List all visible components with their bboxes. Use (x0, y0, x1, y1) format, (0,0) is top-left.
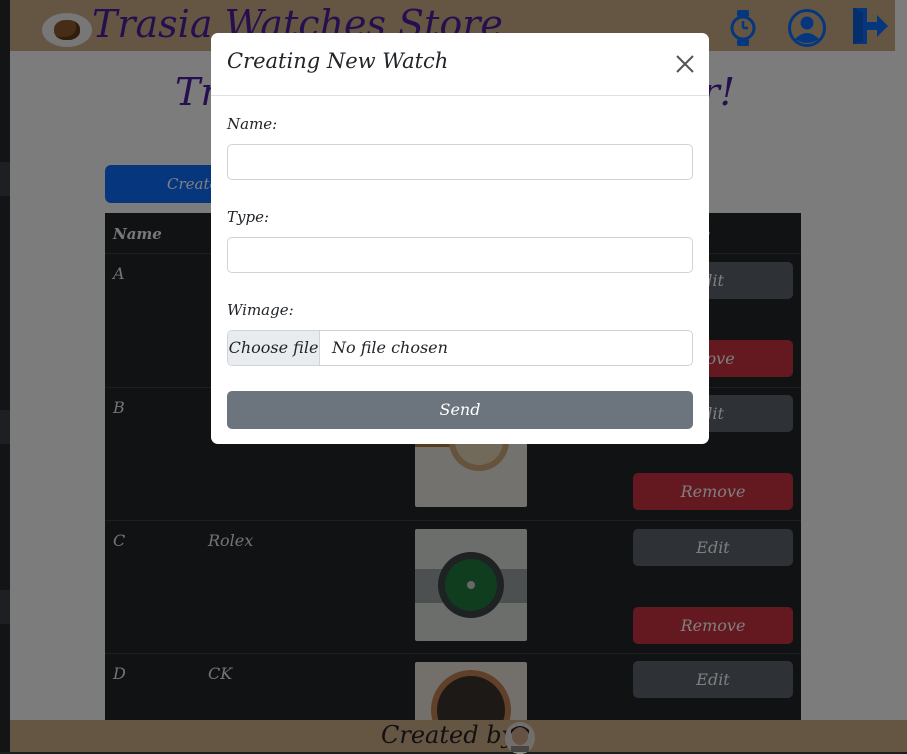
name-label: Name: (227, 115, 278, 133)
close-icon[interactable] (674, 53, 696, 75)
create-watch-modal: Creating New Watch Name: Type: Wimage: C… (211, 33, 709, 444)
image-label: Wimage: (227, 301, 294, 319)
modal-title: Creating New Watch (227, 49, 449, 73)
type-label: Type: (227, 208, 270, 226)
modal-header: Creating New Watch (211, 33, 709, 96)
image-file-input[interactable]: Choose file No file chosen (227, 330, 693, 366)
type-field[interactable] (227, 237, 693, 273)
choose-file-button[interactable]: Choose file (228, 331, 320, 365)
send-button[interactable]: Send (227, 391, 693, 429)
name-field[interactable] (227, 144, 693, 180)
file-status: No file chosen (332, 338, 448, 357)
